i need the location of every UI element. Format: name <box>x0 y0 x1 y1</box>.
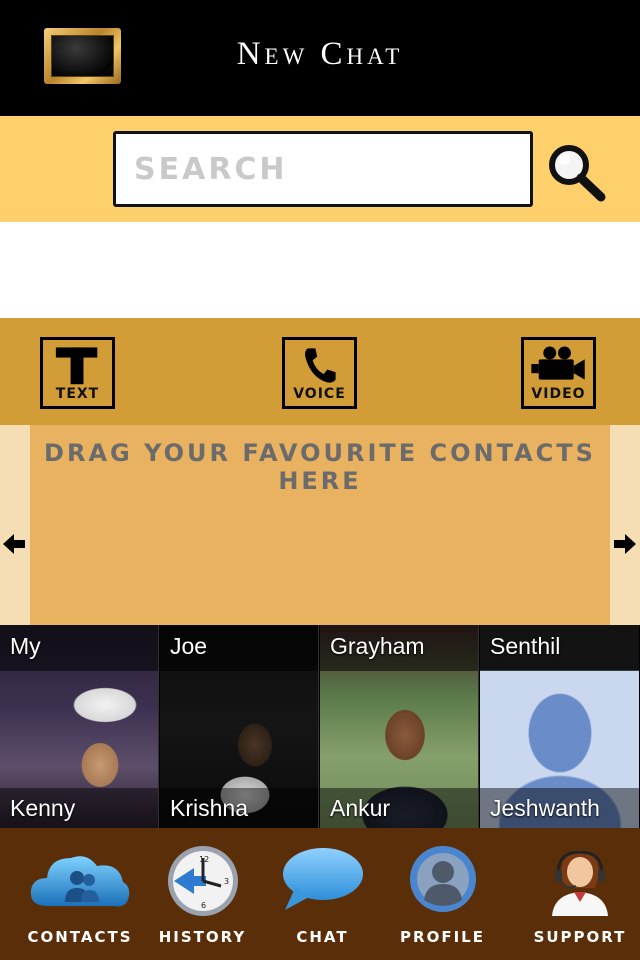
contact-tile[interactable]: Joe Krishna <box>160 625 319 828</box>
arrow-right-icon[interactable] <box>612 531 638 557</box>
clock-icon: 12 3 6 <box>167 846 238 916</box>
phone-icon <box>305 348 336 383</box>
video-mode-button[interactable]: VIDEO <box>521 337 596 409</box>
svg-text:3: 3 <box>224 877 229 886</box>
contact-first-name: My <box>10 633 41 659</box>
tab-label: HISTORY <box>158 928 247 946</box>
contacts-grid: My Kenny Joe Krishna Grayham Ankur Senth… <box>0 625 640 828</box>
results-area <box>0 222 640 318</box>
text-icon <box>55 347 98 385</box>
tab-label: PROFILE <box>400 928 485 946</box>
tab-history[interactable]: 12 3 6 HISTORY <box>145 828 260 960</box>
tab-profile[interactable]: PROFILE <box>385 828 500 960</box>
contact-tile[interactable]: Grayham Ankur <box>320 625 479 828</box>
contact-last-name: Kenny <box>10 795 76 821</box>
contact-first-name: Grayham <box>330 633 425 659</box>
profile-icon <box>409 846 476 912</box>
contact-first-name: Senthil <box>490 633 561 659</box>
tab-support[interactable]: SUPPORT <box>520 828 640 960</box>
favourites-hint: DRAG YOUR FAVOURITE CONTACTS HERE <box>44 439 596 495</box>
contact-last-name: Ankur <box>330 795 391 821</box>
tab-bar: CONTACTS 12 3 6 HISTORY CHAT PROFILE SUP… <box>0 828 640 960</box>
svg-text:12: 12 <box>199 855 209 864</box>
chat-bubble-icon <box>282 848 363 910</box>
arrow-left-icon[interactable] <box>1 531 27 557</box>
favourites-drop-zone[interactable]: DRAG YOUR FAVOURITE CONTACTS HERE <box>30 425 610 625</box>
search-icon[interactable] <box>544 140 608 204</box>
svg-text:6: 6 <box>201 901 206 910</box>
tab-chat[interactable]: CHAT <box>270 828 375 960</box>
chat-mode-bar: TEXT VOICE VIDEO <box>0 318 640 425</box>
contact-tile[interactable]: Senthil Jeshwanth <box>480 625 639 828</box>
voice-mode-button[interactable]: VOICE <box>282 337 357 409</box>
voice-mode-label: VOICE <box>293 386 346 402</box>
text-mode-button[interactable]: TEXT <box>40 337 115 409</box>
tab-label: CHAT <box>296 928 349 946</box>
search-input[interactable] <box>113 131 533 207</box>
contacts-cloud-icon <box>30 856 130 907</box>
contact-last-name: Krishna <box>170 795 248 821</box>
video-mode-label: VIDEO <box>531 386 586 402</box>
contact-last-name: Jeshwanth <box>490 795 600 821</box>
contact-tile[interactable]: My Kenny <box>0 625 159 828</box>
header-bar: New Chat <box>0 0 640 116</box>
favourites-area: DRAG YOUR FAVOURITE CONTACTS HERE <box>0 425 640 625</box>
contact-first-name: Joe <box>170 633 208 659</box>
text-mode-label: TEXT <box>55 386 100 402</box>
tab-label: CONTACTS <box>27 928 133 946</box>
tab-contacts[interactable]: CONTACTS <box>20 828 140 960</box>
support-agent-icon <box>552 850 608 916</box>
video-camera-icon <box>531 346 585 380</box>
page-title: New Chat <box>236 36 404 72</box>
tab-label: SUPPORT <box>533 928 627 946</box>
